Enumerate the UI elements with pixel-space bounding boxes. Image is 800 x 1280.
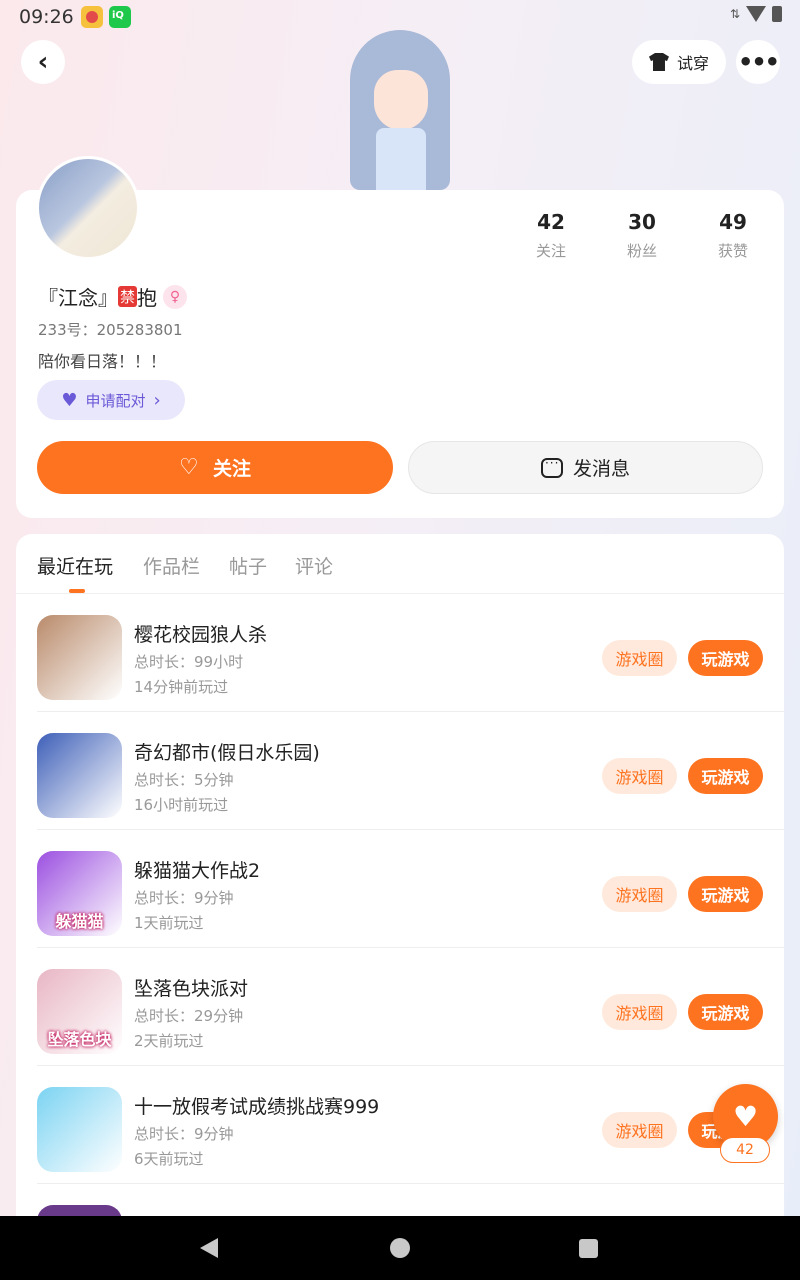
tab-bar: 最近在玩 作品栏 帖子 评论 bbox=[16, 534, 784, 594]
follow-button[interactable]: ♡ 关注 bbox=[37, 441, 393, 494]
stat-following[interactable]: 42 关注 bbox=[511, 210, 591, 261]
try-on-button[interactable]: 试穿 bbox=[632, 40, 726, 84]
more-button[interactable]: ••• bbox=[736, 40, 780, 84]
bio: 陪你看日落！！！ bbox=[38, 352, 167, 371]
game-last-played: 14分钟前玩过 bbox=[134, 678, 229, 696]
message-label: 发消息 bbox=[572, 458, 630, 480]
game-row[interactable]: 樱花校园狼人杀 总时长：99小时 14分钟前玩过 游戏圈 玩游戏 bbox=[16, 594, 784, 712]
game-circle-button[interactable]: 游戏圈 bbox=[602, 994, 677, 1030]
game-title: 十一放假考试成绩挑战赛999 bbox=[134, 1096, 380, 1118]
tab-recent-playing[interactable]: 最近在玩 bbox=[37, 552, 113, 579]
game-circle-button[interactable]: 游戏圈 bbox=[602, 758, 677, 794]
stat-followers[interactable]: 30 粉丝 bbox=[602, 210, 682, 261]
game-duration: 总时长：5分钟 bbox=[134, 771, 234, 789]
like-count: 42 bbox=[720, 1137, 770, 1163]
play-game-button[interactable]: 玩游戏 bbox=[688, 758, 763, 794]
game-circle-button[interactable]: 游戏圈 bbox=[602, 1112, 677, 1148]
back-button[interactable]: ‹ bbox=[21, 40, 65, 84]
stat-likes[interactable]: 49 获赞 bbox=[693, 210, 773, 261]
heart-plus-icon: ♡ bbox=[178, 454, 199, 480]
game-row[interactable]: 躲猫猫 躲猫猫大作战2 总时长：9分钟 1天前玩过 游戏圈 玩游戏 bbox=[16, 830, 784, 948]
pair-label: 申请配对 bbox=[85, 391, 146, 410]
stat-label: 粉丝 bbox=[626, 242, 657, 260]
chat-bubble-icon bbox=[540, 456, 563, 478]
tab-posts[interactable]: 帖子 bbox=[229, 552, 267, 579]
game-icon bbox=[37, 615, 122, 700]
game-duration: 总时长：29分钟 bbox=[134, 1007, 244, 1025]
nickname-prefix: 『江念』 bbox=[38, 286, 118, 310]
status-bar: 09:26 ⇅ bbox=[0, 0, 800, 34]
recent-games-card: 最近在玩 作品栏 帖子 评论 樱花校园狼人杀 总时长：99小时 14分钟前玩过 … bbox=[16, 534, 784, 1280]
send-message-button[interactable]: 发消息 bbox=[408, 441, 763, 494]
iqiyi-app-icon bbox=[109, 6, 131, 28]
follow-label: 关注 bbox=[212, 458, 251, 480]
game-icon bbox=[37, 1087, 122, 1172]
stat-number: 42 bbox=[537, 210, 565, 234]
tab-works[interactable]: 作品栏 bbox=[143, 552, 200, 579]
game-row[interactable]: 奇幻都市(假日水乐园) 总时长：5分钟 16小时前玩过 游戏圈 玩游戏 bbox=[16, 712, 784, 830]
stat-number: 49 bbox=[719, 210, 747, 234]
shirt-icon bbox=[648, 53, 669, 71]
avatar[interactable] bbox=[36, 156, 140, 260]
battery-icon bbox=[772, 6, 782, 22]
game-last-played: 16小时前玩过 bbox=[134, 796, 229, 814]
female-icon: ♀ bbox=[163, 284, 188, 309]
game-icon: 躲猫猫 bbox=[37, 851, 122, 936]
game-last-played: 6天前玩过 bbox=[134, 1150, 204, 1168]
game-duration: 总时长：9分钟 bbox=[134, 889, 234, 907]
avatar-3d-figure bbox=[330, 30, 470, 190]
try-on-label: 试穿 bbox=[676, 54, 709, 73]
play-game-button[interactable]: 玩游戏 bbox=[688, 640, 763, 676]
tab-comments[interactable]: 评论 bbox=[295, 552, 333, 579]
data-arrows-icon: ⇅ bbox=[729, 7, 740, 21]
stat-label: 关注 bbox=[535, 242, 566, 260]
game-duration: 总时长：99小时 bbox=[134, 653, 244, 671]
status-time: 09:26 bbox=[19, 6, 74, 28]
nav-home-icon[interactable] bbox=[390, 1238, 410, 1258]
game-circle-button[interactable]: 游戏圈 bbox=[602, 876, 677, 912]
more-dots-icon: ••• bbox=[737, 48, 780, 76]
game-last-played: 1天前玩过 bbox=[134, 914, 204, 932]
game-circle-button[interactable]: 游戏圈 bbox=[602, 640, 677, 676]
game-icon: 坠落色块 bbox=[37, 969, 122, 1054]
nav-back-icon[interactable] bbox=[200, 1238, 218, 1258]
chevron-right-icon: › bbox=[153, 389, 161, 411]
game-title: 坠落色块派对 bbox=[134, 978, 249, 1000]
heart-icon: ♥ bbox=[61, 389, 78, 411]
system-icons: ⇅ bbox=[730, 6, 782, 22]
notification-app-icon bbox=[81, 6, 103, 28]
tab-indicator bbox=[69, 589, 85, 593]
game-title: 躲猫猫大作战2 bbox=[134, 860, 261, 882]
heart-icon: ♥ bbox=[732, 1100, 759, 1133]
game-row[interactable]: 十一放假考试成绩挑战赛999 总时长：9分钟 6天前玩过 游戏圈 玩游戏 bbox=[16, 1066, 784, 1184]
game-last-played: 2天前玩过 bbox=[134, 1032, 204, 1050]
system-navigation-bar bbox=[0, 1216, 800, 1280]
play-game-button[interactable]: 玩游戏 bbox=[688, 876, 763, 912]
stat-label: 获赞 bbox=[717, 242, 748, 260]
user-id: 233号：205283801 bbox=[38, 321, 183, 339]
game-title: 樱花校园狼人杀 bbox=[134, 624, 268, 646]
nickname: 『江念』禁抱 ♀ bbox=[38, 282, 188, 311]
nickname-suffix: 抱 bbox=[137, 286, 158, 310]
nickname-badge: 禁 bbox=[118, 286, 138, 307]
game-title: 奇幻都市(假日水乐园) bbox=[134, 742, 320, 764]
game-row[interactable]: 坠落色块 坠落色块派对 总时长：29分钟 2天前玩过 游戏圈 玩游戏 bbox=[16, 948, 784, 1066]
game-duration: 总时长：9分钟 bbox=[134, 1125, 234, 1143]
chevron-left-icon: ‹ bbox=[37, 47, 49, 77]
apply-pair-button[interactable]: ♥ 申请配对 › bbox=[37, 380, 185, 420]
play-game-button[interactable]: 玩游戏 bbox=[688, 994, 763, 1030]
nav-recents-icon[interactable] bbox=[579, 1239, 598, 1258]
stat-number: 30 bbox=[628, 210, 656, 234]
game-icon bbox=[37, 733, 122, 818]
wifi-icon bbox=[746, 6, 766, 22]
